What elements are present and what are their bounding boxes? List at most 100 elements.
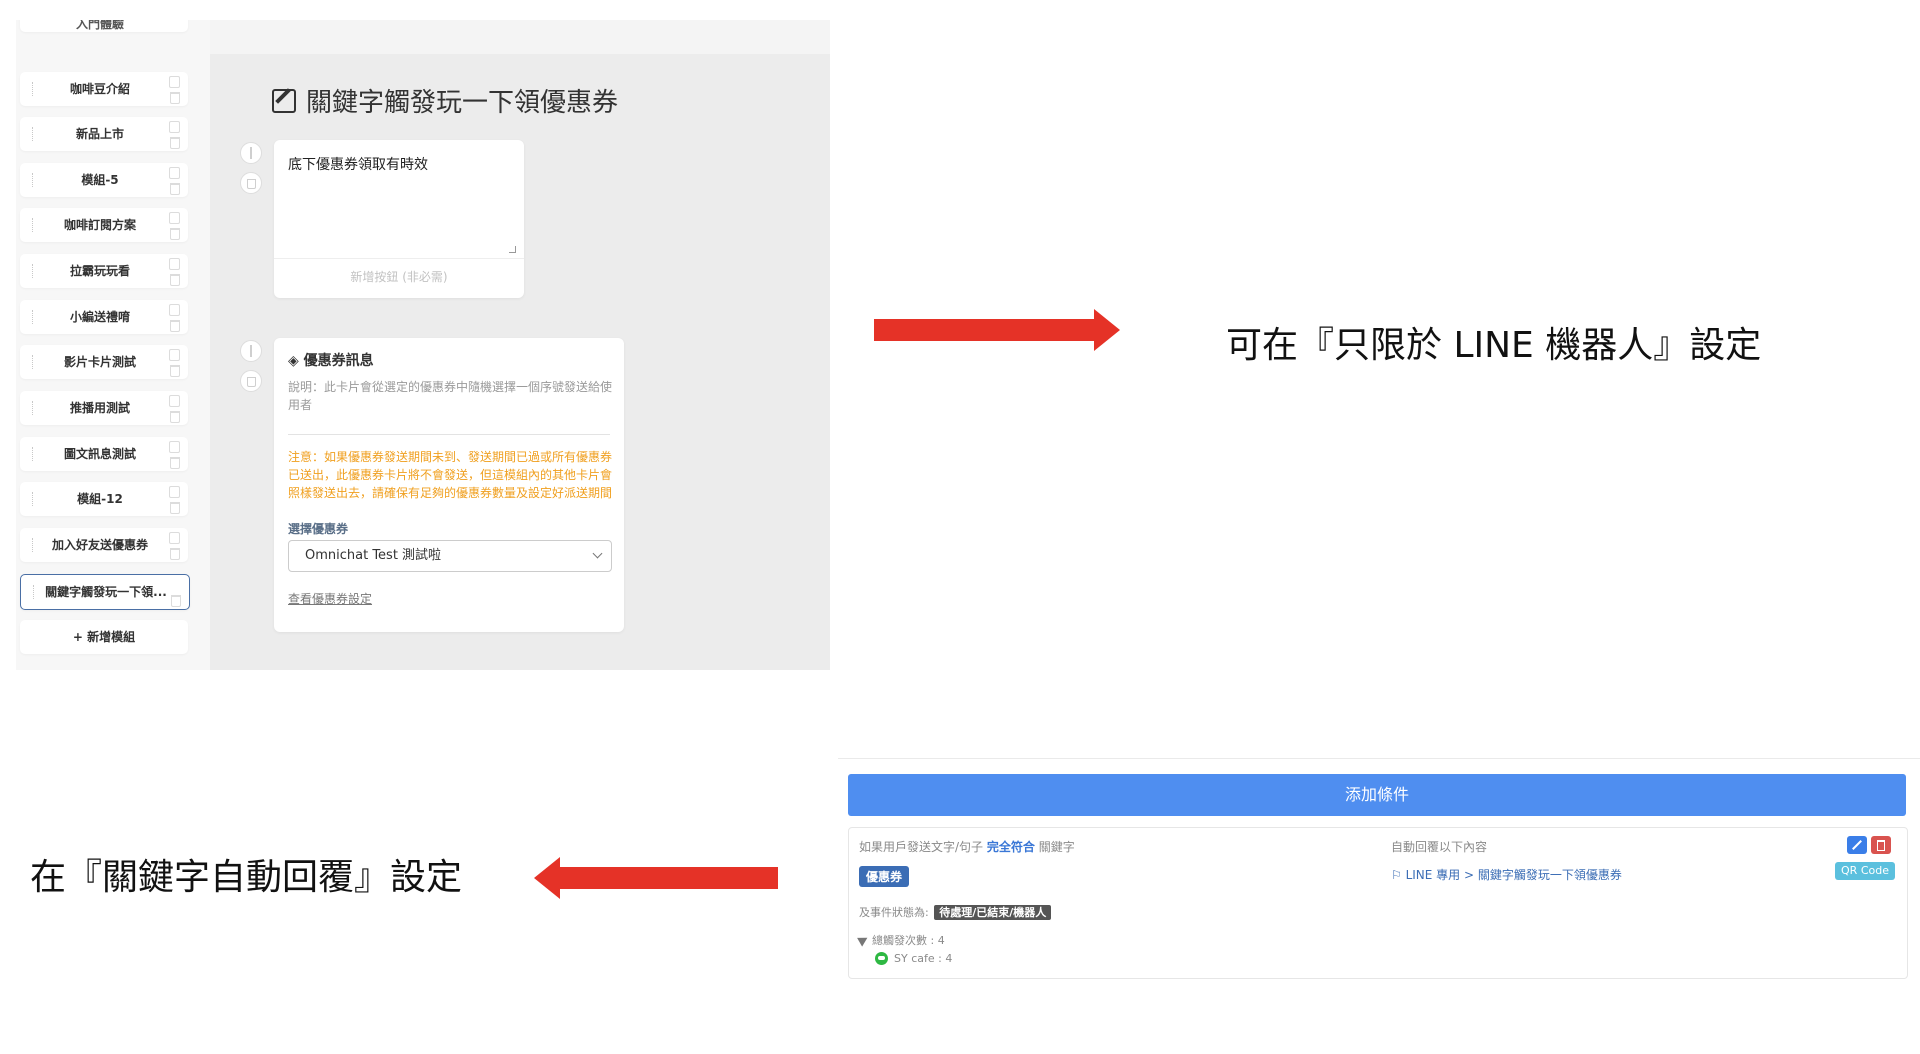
qr-code-button[interactable]: QR Code: [1835, 862, 1895, 880]
delete-card-icon[interactable]: [240, 172, 262, 194]
trash-icon[interactable]: [170, 502, 180, 514]
coupon-card-heading: ◈ 優惠券訊息: [288, 350, 374, 370]
module-item-label: 加入好友送優惠券: [51, 538, 148, 552]
rule-condition: 如果用戶發送文字/句子 完全符合 關鍵字: [859, 838, 1075, 855]
trash-icon[interactable]: [170, 228, 180, 240]
text-message-card: 底下優惠券領取有時效 新增按鈕 (非必需): [274, 140, 524, 298]
add-module-button[interactable]: + 新增模組: [20, 620, 188, 654]
module-sidebar: 入門體驗 咖啡豆介紹 新品上市 模組-5 咖啡訂閱方案 拉霸玩玩看 小編送禮唷 …: [16, 20, 210, 670]
delete-card-icon[interactable]: [240, 370, 262, 392]
module-item[interactable]: 拉霸玩玩看: [20, 254, 188, 288]
coupon-select-value: Omnichat Test 測試啦: [305, 548, 442, 563]
caption-keyword-auto-reply: 在『關鍵字自動回覆』設定: [30, 857, 463, 898]
drag-handle-icon[interactable]: [32, 264, 35, 278]
trash-icon[interactable]: [171, 595, 181, 607]
drag-handle-icon[interactable]: [32, 447, 35, 461]
module-item[interactable]: 新品上市: [20, 117, 188, 151]
copy-icon[interactable]: [169, 304, 180, 316]
reply-path-text: LINE 專用 > 關鍵字觸發玩一下領優惠券: [1405, 868, 1622, 882]
add-condition-button[interactable]: 添加條件: [848, 774, 1906, 816]
drag-handle-icon[interactable]: [32, 127, 35, 141]
module-item[interactable]: 小編送禮唷: [20, 300, 188, 334]
coupon-warning: 注意：如果優惠券發送期間未到、發送期間已過或所有優惠券已送出，此優惠券卡片將不會…: [288, 450, 613, 500]
module-item[interactable]: 圖文訊息測試: [20, 437, 188, 471]
drag-handle-icon[interactable]: [32, 401, 35, 415]
arrow-right-icon: [874, 309, 1120, 351]
channel-count-text: SY cafe : 4: [894, 952, 953, 965]
coupon-select[interactable]: Omnichat Test 測試啦: [288, 540, 612, 572]
status-label: 及事件狀態為:: [859, 906, 929, 919]
divider: [288, 434, 610, 435]
add-module-label: + 新增模組: [72, 630, 136, 644]
copy-icon[interactable]: [169, 121, 180, 133]
copy-icon[interactable]: [169, 76, 180, 88]
move-card-icon[interactable]: [240, 340, 262, 362]
add-button-link[interactable]: 新增按鈕 (非必需): [274, 268, 524, 285]
drag-handle-icon[interactable]: [32, 355, 35, 369]
copy-icon[interactable]: [169, 212, 180, 224]
module-item[interactable]: 推播用測試: [20, 391, 188, 425]
module-item-label: 小編送禮唷: [69, 310, 130, 324]
trash-icon[interactable]: [170, 137, 180, 149]
module-item-partial[interactable]: 入門體驗: [20, 20, 188, 32]
copy-icon[interactable]: [169, 486, 180, 498]
coupon-select-label: 選擇優惠券: [288, 522, 349, 536]
drag-handle-icon[interactable]: [32, 492, 35, 506]
editor-title: 關鍵字觸發玩一下領優惠券: [272, 82, 618, 119]
drag-handle-icon[interactable]: [32, 173, 35, 187]
channel-count: SY cafe : 4: [875, 952, 952, 965]
module-item-label: 推播用測試: [69, 401, 130, 415]
message-textarea[interactable]: 底下優惠券領取有時效: [288, 154, 428, 174]
module-item-active[interactable]: 關鍵字觸發玩一下領...: [20, 574, 190, 610]
condition-match-type: 完全符合: [986, 840, 1035, 854]
trash-icon[interactable]: [170, 548, 180, 560]
module-item-label: 咖啡訂閱方案: [63, 218, 136, 232]
module-item[interactable]: 模組-5: [20, 163, 188, 197]
trigger-count: 總觸發次數 : 4: [857, 932, 945, 948]
copy-icon[interactable]: [169, 349, 180, 361]
drag-handle-icon[interactable]: [32, 310, 35, 324]
line-icon: [875, 952, 888, 965]
move-card-icon[interactable]: [240, 142, 262, 164]
module-item-label: 新品上市: [75, 127, 124, 141]
module-item[interactable]: 影片卡片測試: [20, 345, 188, 379]
module-item[interactable]: 咖啡豆介紹: [20, 72, 188, 106]
module-item-label: 咖啡豆介紹: [69, 82, 130, 96]
trash-icon[interactable]: [170, 320, 180, 332]
reply-path-link[interactable]: ⚐ LINE 專用 > 關鍵字觸發玩一下領優惠券: [1391, 866, 1622, 883]
send-icon: [857, 933, 870, 947]
trash-icon[interactable]: [170, 274, 180, 286]
copy-icon[interactable]: [169, 441, 180, 453]
resize-handle-icon[interactable]: [509, 246, 516, 253]
trigger-count-text: 總觸發次數 : 4: [872, 934, 945, 947]
flag-icon: ⚐: [1391, 868, 1406, 882]
tag-icon: ◈: [288, 353, 304, 369]
coupon-heading-text: 優惠券訊息: [303, 353, 374, 369]
editor-title-text: 關鍵字觸發玩一下領優惠券: [306, 88, 619, 118]
reply-label: 自動回覆以下內容: [1391, 840, 1488, 854]
drag-handle-icon[interactable]: [32, 82, 35, 96]
copy-icon[interactable]: [169, 258, 180, 270]
drag-handle-icon[interactable]: [32, 218, 35, 232]
copy-icon[interactable]: [169, 532, 180, 544]
trash-icon[interactable]: [170, 457, 180, 469]
module-item-label: 模組-5: [81, 173, 119, 187]
trash-icon[interactable]: [170, 411, 180, 423]
trash-icon[interactable]: [170, 183, 180, 195]
module-item-label: 影片卡片測試: [63, 355, 136, 369]
drag-handle-icon[interactable]: [32, 538, 35, 552]
divider: [274, 258, 524, 259]
delete-rule-button[interactable]: [1871, 836, 1891, 854]
copy-icon[interactable]: [169, 395, 180, 407]
copy-icon[interactable]: [169, 167, 180, 179]
module-item[interactable]: 咖啡訂閱方案: [20, 208, 188, 242]
coupon-settings-link[interactable]: 查看優惠券設定: [288, 590, 372, 607]
module-item[interactable]: 加入好友送優惠券: [20, 528, 188, 562]
module-item[interactable]: 模組-12: [20, 482, 188, 516]
trash-icon[interactable]: [170, 92, 180, 104]
trash-icon[interactable]: [170, 365, 180, 377]
keyword-badge: 優惠券: [859, 866, 910, 887]
module-editor-screenshot: 入門體驗 咖啡豆介紹 新品上市 模組-5 咖啡訂閱方案 拉霸玩玩看 小編送禮唷 …: [16, 20, 830, 670]
status-badge: 待處理/已結束/機器人: [934, 905, 1052, 920]
edit-rule-button[interactable]: [1847, 836, 1867, 854]
